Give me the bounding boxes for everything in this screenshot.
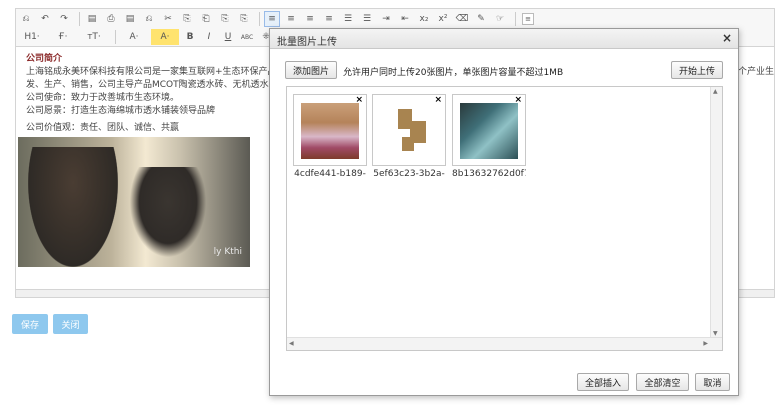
content-line-1: 上海铭成永美环保科技有限公司是一家集互联网+生态环保产品 [26,67,277,77]
remove-image-icon[interactable]: × [434,95,442,105]
font-family-select[interactable]: Ғ· [49,29,77,45]
template-icon[interactable]: ▤ [122,11,138,27]
ordered-list-icon[interactable]: ☰ [340,11,356,27]
remove-image-icon[interactable]: × [355,95,363,105]
align-right-icon[interactable]: ≡ [302,11,318,27]
image-thumbnail[interactable]: × [452,94,526,166]
outdent-icon[interactable]: ⇤ [397,11,413,27]
fullscreen-icon[interactable]: ≡ [522,13,534,25]
bold-icon[interactable]: B [182,29,198,45]
paste-text-icon[interactable]: ⎘ [217,11,233,27]
code-icon[interactable]: ⎌ [141,11,157,27]
photo-figure-right [123,167,213,267]
paste-icon[interactable]: ⎗ [198,11,214,27]
cut-icon[interactable]: ✂ [160,11,176,27]
indent-icon[interactable]: ⇥ [378,11,394,27]
clear-all-button[interactable]: 全部清空 [636,373,689,391]
upload-hint: 允许用户同时上传20张图片，单张图片容量不超过1MB [343,68,564,78]
dialog-title: 批量图片上传 [277,37,337,48]
thumbnail-label: 4cdfe441-b189- [294,169,366,179]
start-upload-button[interactable]: 开始上传 [671,61,723,79]
italic-icon[interactable]: I [201,29,217,45]
scroll-up-icon[interactable]: ▲ [713,88,718,95]
preview-icon[interactable]: ▤ [84,11,100,27]
upload-list[interactable]: × 4cdfe441-b189- × 5ef63c23-3b2a- × 8b13… [286,86,723,351]
toolbar-divider [79,12,80,26]
superscript-icon[interactable]: x² [435,11,451,27]
unordered-list-icon[interactable]: ☰ [359,11,375,27]
close-button[interactable]: 关闭 [53,314,88,334]
dialog-close-icon[interactable]: × [722,31,732,45]
thumbnail-label: 5ef63c23-3b2a- [373,169,445,179]
remove-image-icon[interactable]: × [514,95,522,105]
thumbnail-label: 8b13632762d0f70 [452,169,526,179]
toolbar-divider [259,12,260,26]
floorplan-block [402,137,414,151]
insert-all-button[interactable]: 全部插入 [577,373,629,391]
scroll-down-icon[interactable]: ▼ [713,330,718,337]
align-center-icon[interactable]: ≡ [283,11,299,27]
image-thumbnail[interactable]: × [372,94,446,166]
subscript-icon[interactable]: x₂ [416,11,432,27]
thumbnail-image [460,103,518,159]
redo-icon[interactable]: ↷ [56,11,72,27]
toolbar-row-1: ⎌ ↶ ↷ ▤ ⎙ ▤ ⎌ ✂ ⎘ ⎗ ⎘ ⎘ ≡ ≡ ≡ ≡ ☰ ☰ ⇥ ⇤ … [18,10,539,28]
toolbar-divider [115,30,116,44]
select-all-icon[interactable]: ☞ [492,11,508,27]
strikethrough-icon[interactable]: ABC [239,29,255,45]
undo-icon[interactable]: ↶ [37,11,53,27]
scroll-right-icon[interactable]: ▶ [703,340,708,347]
thumbnail-image [301,103,359,159]
batch-image-upload-dialog: 批量图片上传 × 添加图片 允许用户同时上传20张图片，单张图片容量不超过1MB… [269,28,739,396]
font-size-select[interactable]: тT· [80,29,108,45]
align-justify-icon[interactable]: ≡ [321,11,337,27]
toolbar-divider [515,12,516,26]
cancel-button[interactable]: 取消 [695,373,730,391]
clear-format-icon[interactable]: ⌫ [454,11,470,27]
font-color-icon[interactable]: A· [120,29,148,45]
background-color-icon[interactable]: A· [151,29,179,45]
align-left-icon[interactable]: ≡ [264,11,280,27]
content-photo[interactable]: ly Kthi [18,137,250,267]
vertical-scrollbar[interactable]: ▲ ▼ [710,87,722,338]
paste-word-icon[interactable]: ⎘ [236,11,252,27]
copy-icon[interactable]: ⎘ [179,11,195,27]
dialog-title-bar[interactable]: 批量图片上传 × [270,29,738,49]
horizontal-scrollbar[interactable]: ◀ ▶ [287,337,722,350]
photo-figure-left [28,147,118,267]
content-line-1-tail: 个产业生 [738,67,774,77]
heading-select[interactable]: H1· [18,29,46,45]
source-code-icon[interactable]: ⎌ [18,11,34,27]
photo-watermark: ly Kthi [213,247,242,257]
print-icon[interactable]: ⎙ [103,11,119,27]
underline-icon[interactable]: U [220,29,236,45]
save-button[interactable]: 保存 [12,314,48,334]
image-thumbnail[interactable]: × [293,94,367,166]
scroll-left-icon[interactable]: ◀ [289,340,294,347]
thumbnail-image [380,103,438,159]
add-image-button[interactable]: 添加图片 [285,61,337,79]
format-brush-icon[interactable]: ✎ [473,11,489,27]
